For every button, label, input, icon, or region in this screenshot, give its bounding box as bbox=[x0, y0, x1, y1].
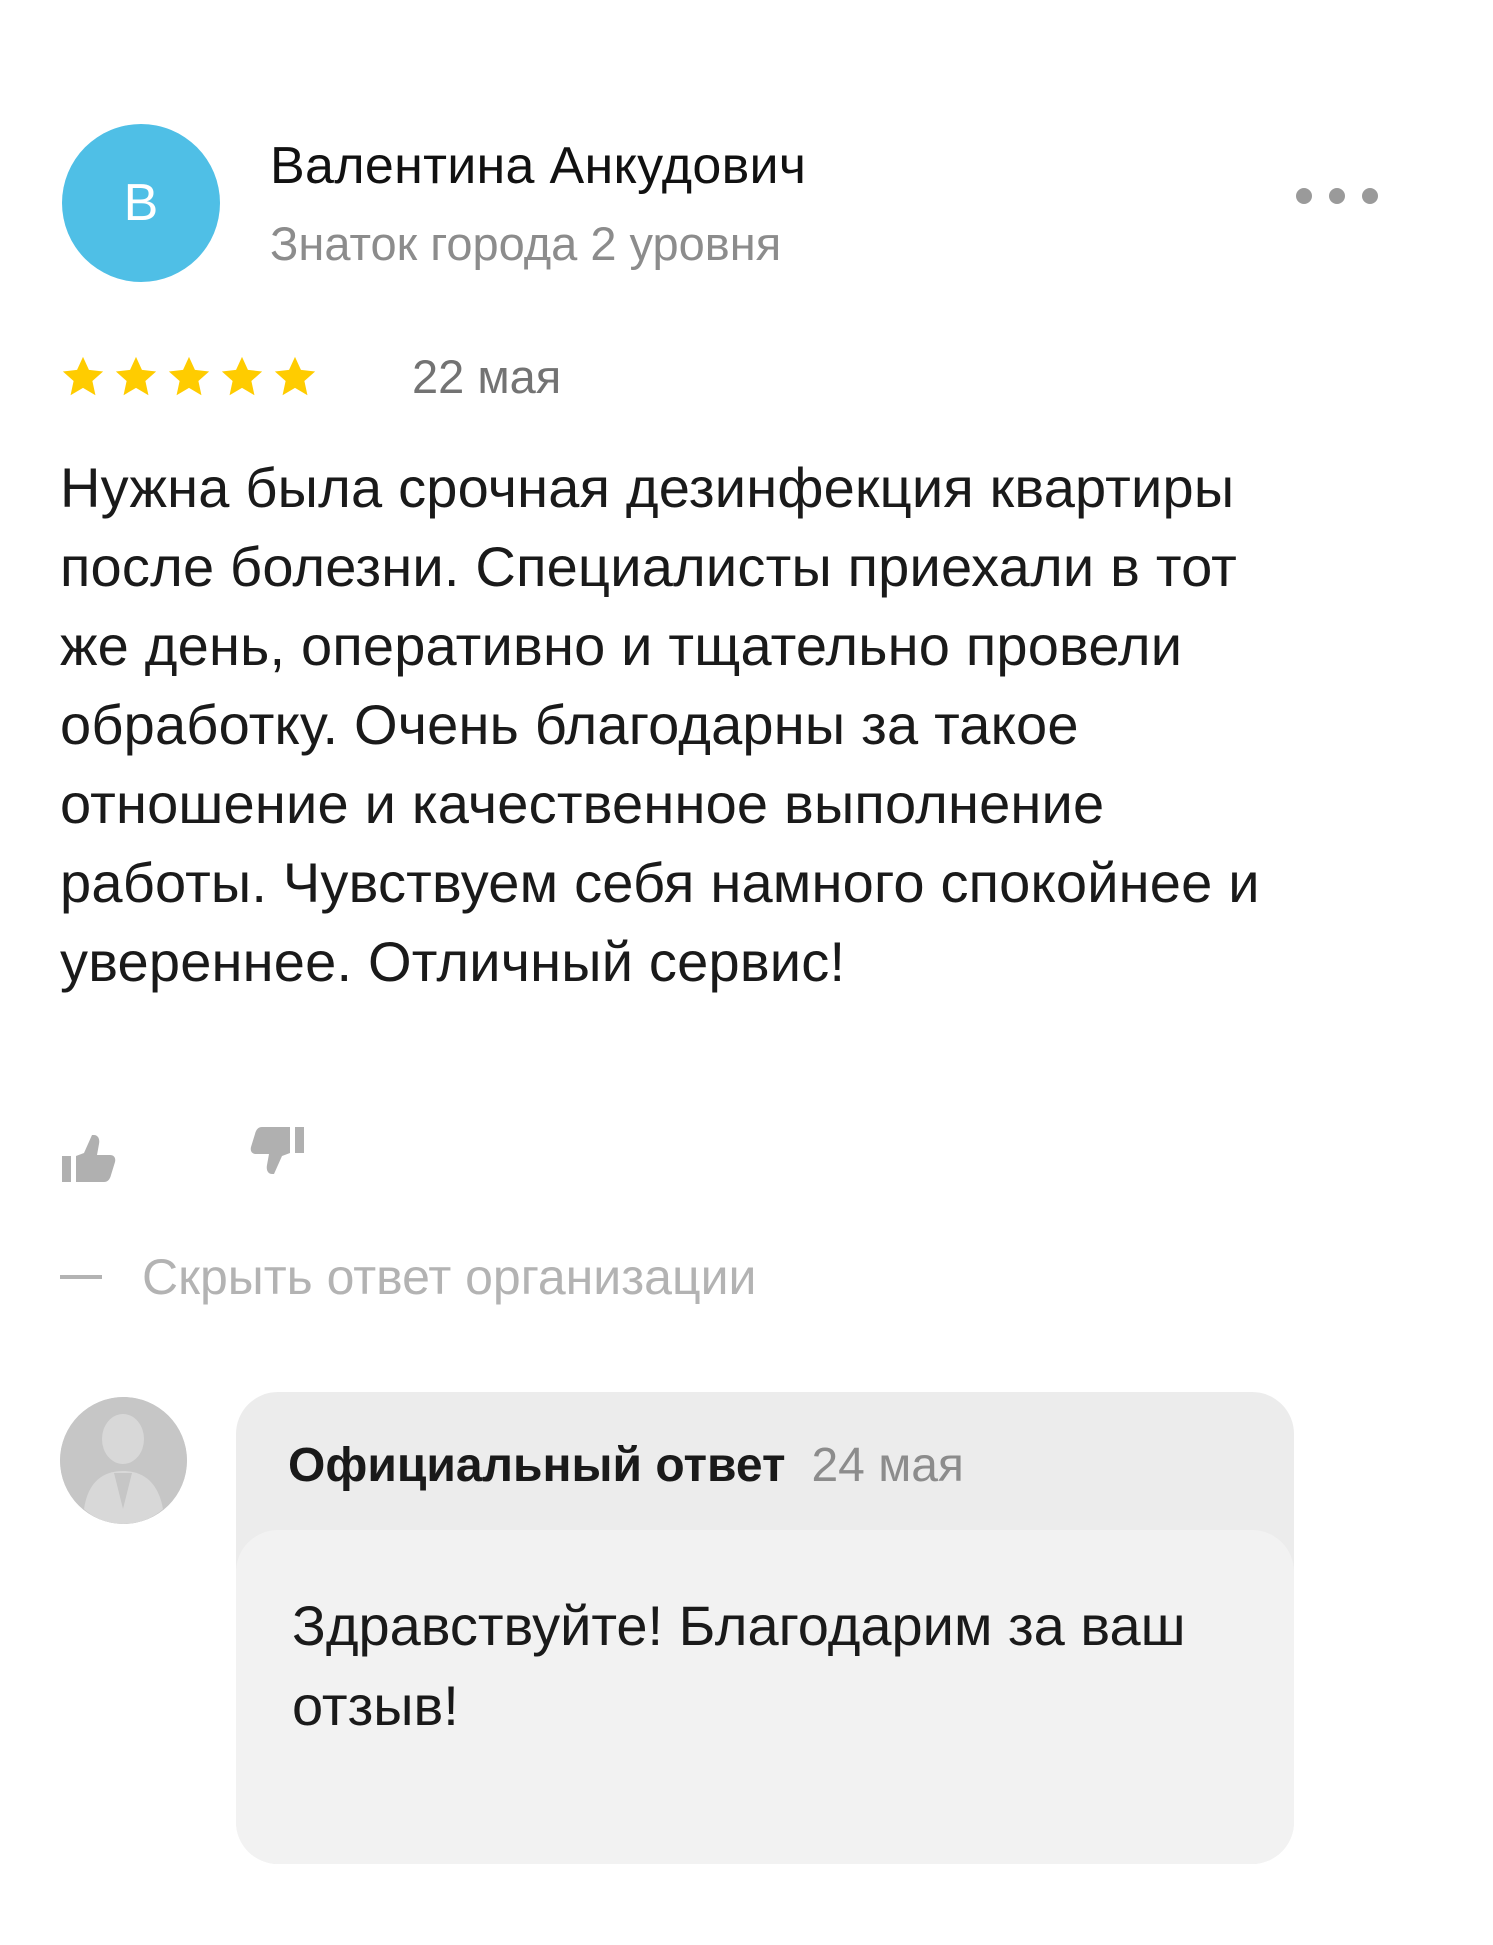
hide-reply-toggle[interactable]: Скрыть ответ организации bbox=[60, 1248, 756, 1306]
more-options-button[interactable] bbox=[1296, 180, 1378, 212]
thumbs-up-icon bbox=[62, 1135, 116, 1182]
reply-date: 24 мая bbox=[811, 1439, 964, 1492]
author-name[interactable]: Валентина Анкудович bbox=[270, 136, 806, 196]
ellipsis-icon bbox=[1329, 188, 1345, 204]
ellipsis-icon bbox=[1296, 188, 1312, 204]
organization-reply: Официальный ответ 24 мая Здравствуйте! Б… bbox=[236, 1392, 1294, 1864]
minus-icon bbox=[60, 1275, 102, 1279]
organization-avatar[interactable] bbox=[60, 1397, 187, 1524]
ellipsis-icon bbox=[1362, 188, 1378, 204]
dislike-button[interactable] bbox=[244, 1125, 306, 1187]
reply-header: Официальный ответ 24 мая bbox=[288, 1438, 964, 1493]
review-text: Нужна была срочная дезинфекция квартиры … bbox=[60, 456, 1260, 993]
reply-title: Официальный ответ bbox=[288, 1439, 786, 1492]
avatar-initial: В bbox=[123, 174, 159, 232]
author-level: Знаток города 2 уровня bbox=[270, 217, 782, 270]
star-icon bbox=[168, 356, 210, 396]
author-avatar[interactable]: В bbox=[62, 124, 220, 282]
hide-reply-label: Скрыть ответ организации bbox=[142, 1249, 757, 1305]
reply-text: Здравствуйте! Благодарим за ваш отзыв! bbox=[292, 1594, 1186, 1737]
star-icon bbox=[62, 356, 104, 396]
user-silhouette-icon bbox=[60, 1397, 187, 1524]
star-icon bbox=[274, 356, 316, 396]
star-icon bbox=[221, 356, 263, 396]
like-button[interactable] bbox=[60, 1128, 122, 1190]
thumbs-down-icon bbox=[250, 1127, 304, 1174]
star-rating bbox=[60, 354, 318, 400]
review-date: 22 мая bbox=[412, 350, 562, 403]
star-icon bbox=[115, 356, 157, 396]
reply-body: Здравствуйте! Благодарим за ваш отзыв! bbox=[236, 1530, 1294, 1864]
